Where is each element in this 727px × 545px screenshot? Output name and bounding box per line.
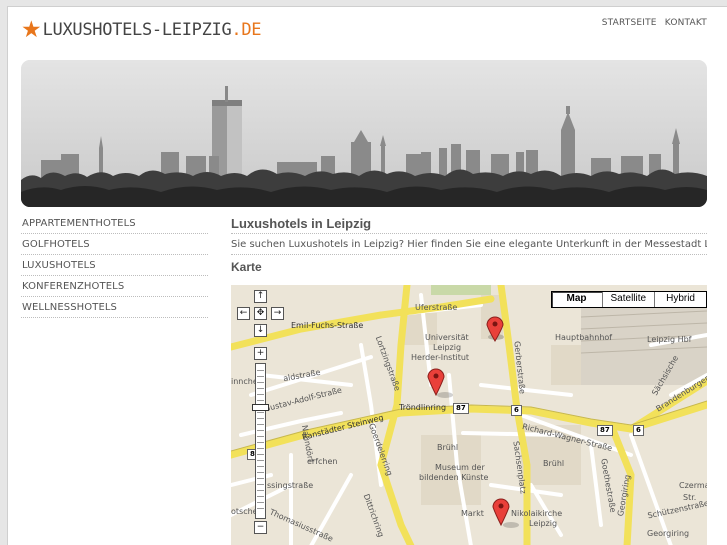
map-label: Hauptbahnhof — [555, 333, 613, 342]
map-label: Str. — [683, 493, 697, 502]
skyline-banner-image — [21, 60, 707, 207]
road-shield: 6 — [511, 405, 522, 416]
map-label: Leipzig — [433, 343, 462, 352]
road-shield: 87 — [597, 425, 613, 436]
map-type-hybrid[interactable]: Hybrid — [654, 292, 706, 307]
map-label: innche — [231, 377, 258, 386]
map-label: Brühl — [543, 459, 565, 468]
map-type-selector: Map Satellite Hybrid — [550, 291, 707, 308]
zoom-out-icon[interactable]: − — [254, 521, 267, 534]
main-content: Luxushotels in Leipzig Sie suchen Luxush… — [231, 213, 707, 278]
road-shield: 6 — [633, 425, 644, 436]
map-label: Czerma — [679, 481, 707, 490]
zoom-slider-track[interactable] — [255, 363, 266, 519]
google-map[interactable]: Uferstraße Emil-Fuchs-Straße Universität… — [231, 285, 707, 545]
road-shield: 87 — [453, 403, 469, 414]
top-nav: STARTSEITE KONTAKT — [602, 18, 707, 28]
map-label: Universität — [425, 333, 469, 342]
map-label: Leipzig Hbf — [647, 335, 692, 344]
nav-startseite[interactable]: STARTSEITE — [602, 18, 657, 28]
pan-up-icon[interactable]: ↑ — [254, 290, 267, 303]
map-type-map[interactable]: Map — [551, 292, 602, 307]
pan-center-icon[interactable]: ✥ — [254, 307, 267, 320]
pan-right-icon[interactable]: → — [271, 307, 284, 320]
map-label: Brühl — [437, 443, 459, 452]
page-title: Luxushotels in Leipzig — [231, 213, 707, 234]
site-logo[interactable]: ★ LUXUSHOTELS-LEIPZIG .DE — [21, 16, 262, 43]
sidenav-item-golfhotels[interactable]: GOLFHOTELS — [21, 234, 208, 255]
zoom-slider-thumb[interactable] — [252, 404, 269, 412]
pan-left-icon[interactable]: ← — [237, 307, 250, 320]
map-label: Herder-Institut — [411, 353, 470, 362]
city-tower — [209, 86, 242, 180]
map-label: Markt — [461, 509, 484, 518]
sidenav-item-wellnesshotels[interactable]: WELLNESSHOTELS — [21, 297, 208, 318]
map-label: otsche — [231, 507, 258, 516]
side-nav: APPARTEMENTHOTELS GOLFHOTELS LUXUSHOTELS… — [21, 213, 208, 318]
map-label: Georgiring — [647, 529, 690, 538]
page: ★ LUXUSHOTELS-LEIPZIG .DE STARTSEITE KONT… — [7, 6, 727, 545]
logo-tld: .DE — [231, 20, 262, 40]
sidenav-item-luxushotels[interactable]: LUXUSHOTELS — [21, 255, 208, 276]
map-type-satellite[interactable]: Satellite — [601, 292, 655, 307]
map-label: Tröndlinring — [399, 403, 447, 412]
intro-text: Sie suchen Luxushotels in Leipzig? Hier … — [231, 234, 707, 255]
map-marker-1[interactable] — [486, 316, 504, 342]
star-icon: ★ — [21, 16, 42, 43]
map-label: Emil-Fuchs-Straße — [291, 321, 364, 330]
map-label: bildenden Künste — [419, 473, 489, 482]
map-heading: Karte — [231, 260, 262, 274]
pan-down-icon[interactable]: ↓ — [254, 324, 267, 337]
map-label: Nikolaikirche — [511, 509, 563, 518]
logo-name: LUXUSHOTELS-LEIPZIG — [42, 20, 232, 40]
map-label: ssingstraße — [267, 481, 314, 490]
map-label: Museum der — [435, 463, 485, 472]
map-label: Leipzig — [529, 519, 558, 528]
sidenav-item-appartementhotels[interactable]: APPARTEMENTHOTELS — [21, 213, 208, 234]
skyline-illustration — [21, 60, 707, 207]
nav-kontakt[interactable]: KONTAKT — [665, 18, 707, 28]
zoom-in-icon[interactable]: + — [254, 347, 267, 360]
map-label: Uferstraße — [415, 303, 458, 312]
sidenav-item-konferenzhotels[interactable]: KONFERENZHOTELS — [21, 276, 208, 297]
